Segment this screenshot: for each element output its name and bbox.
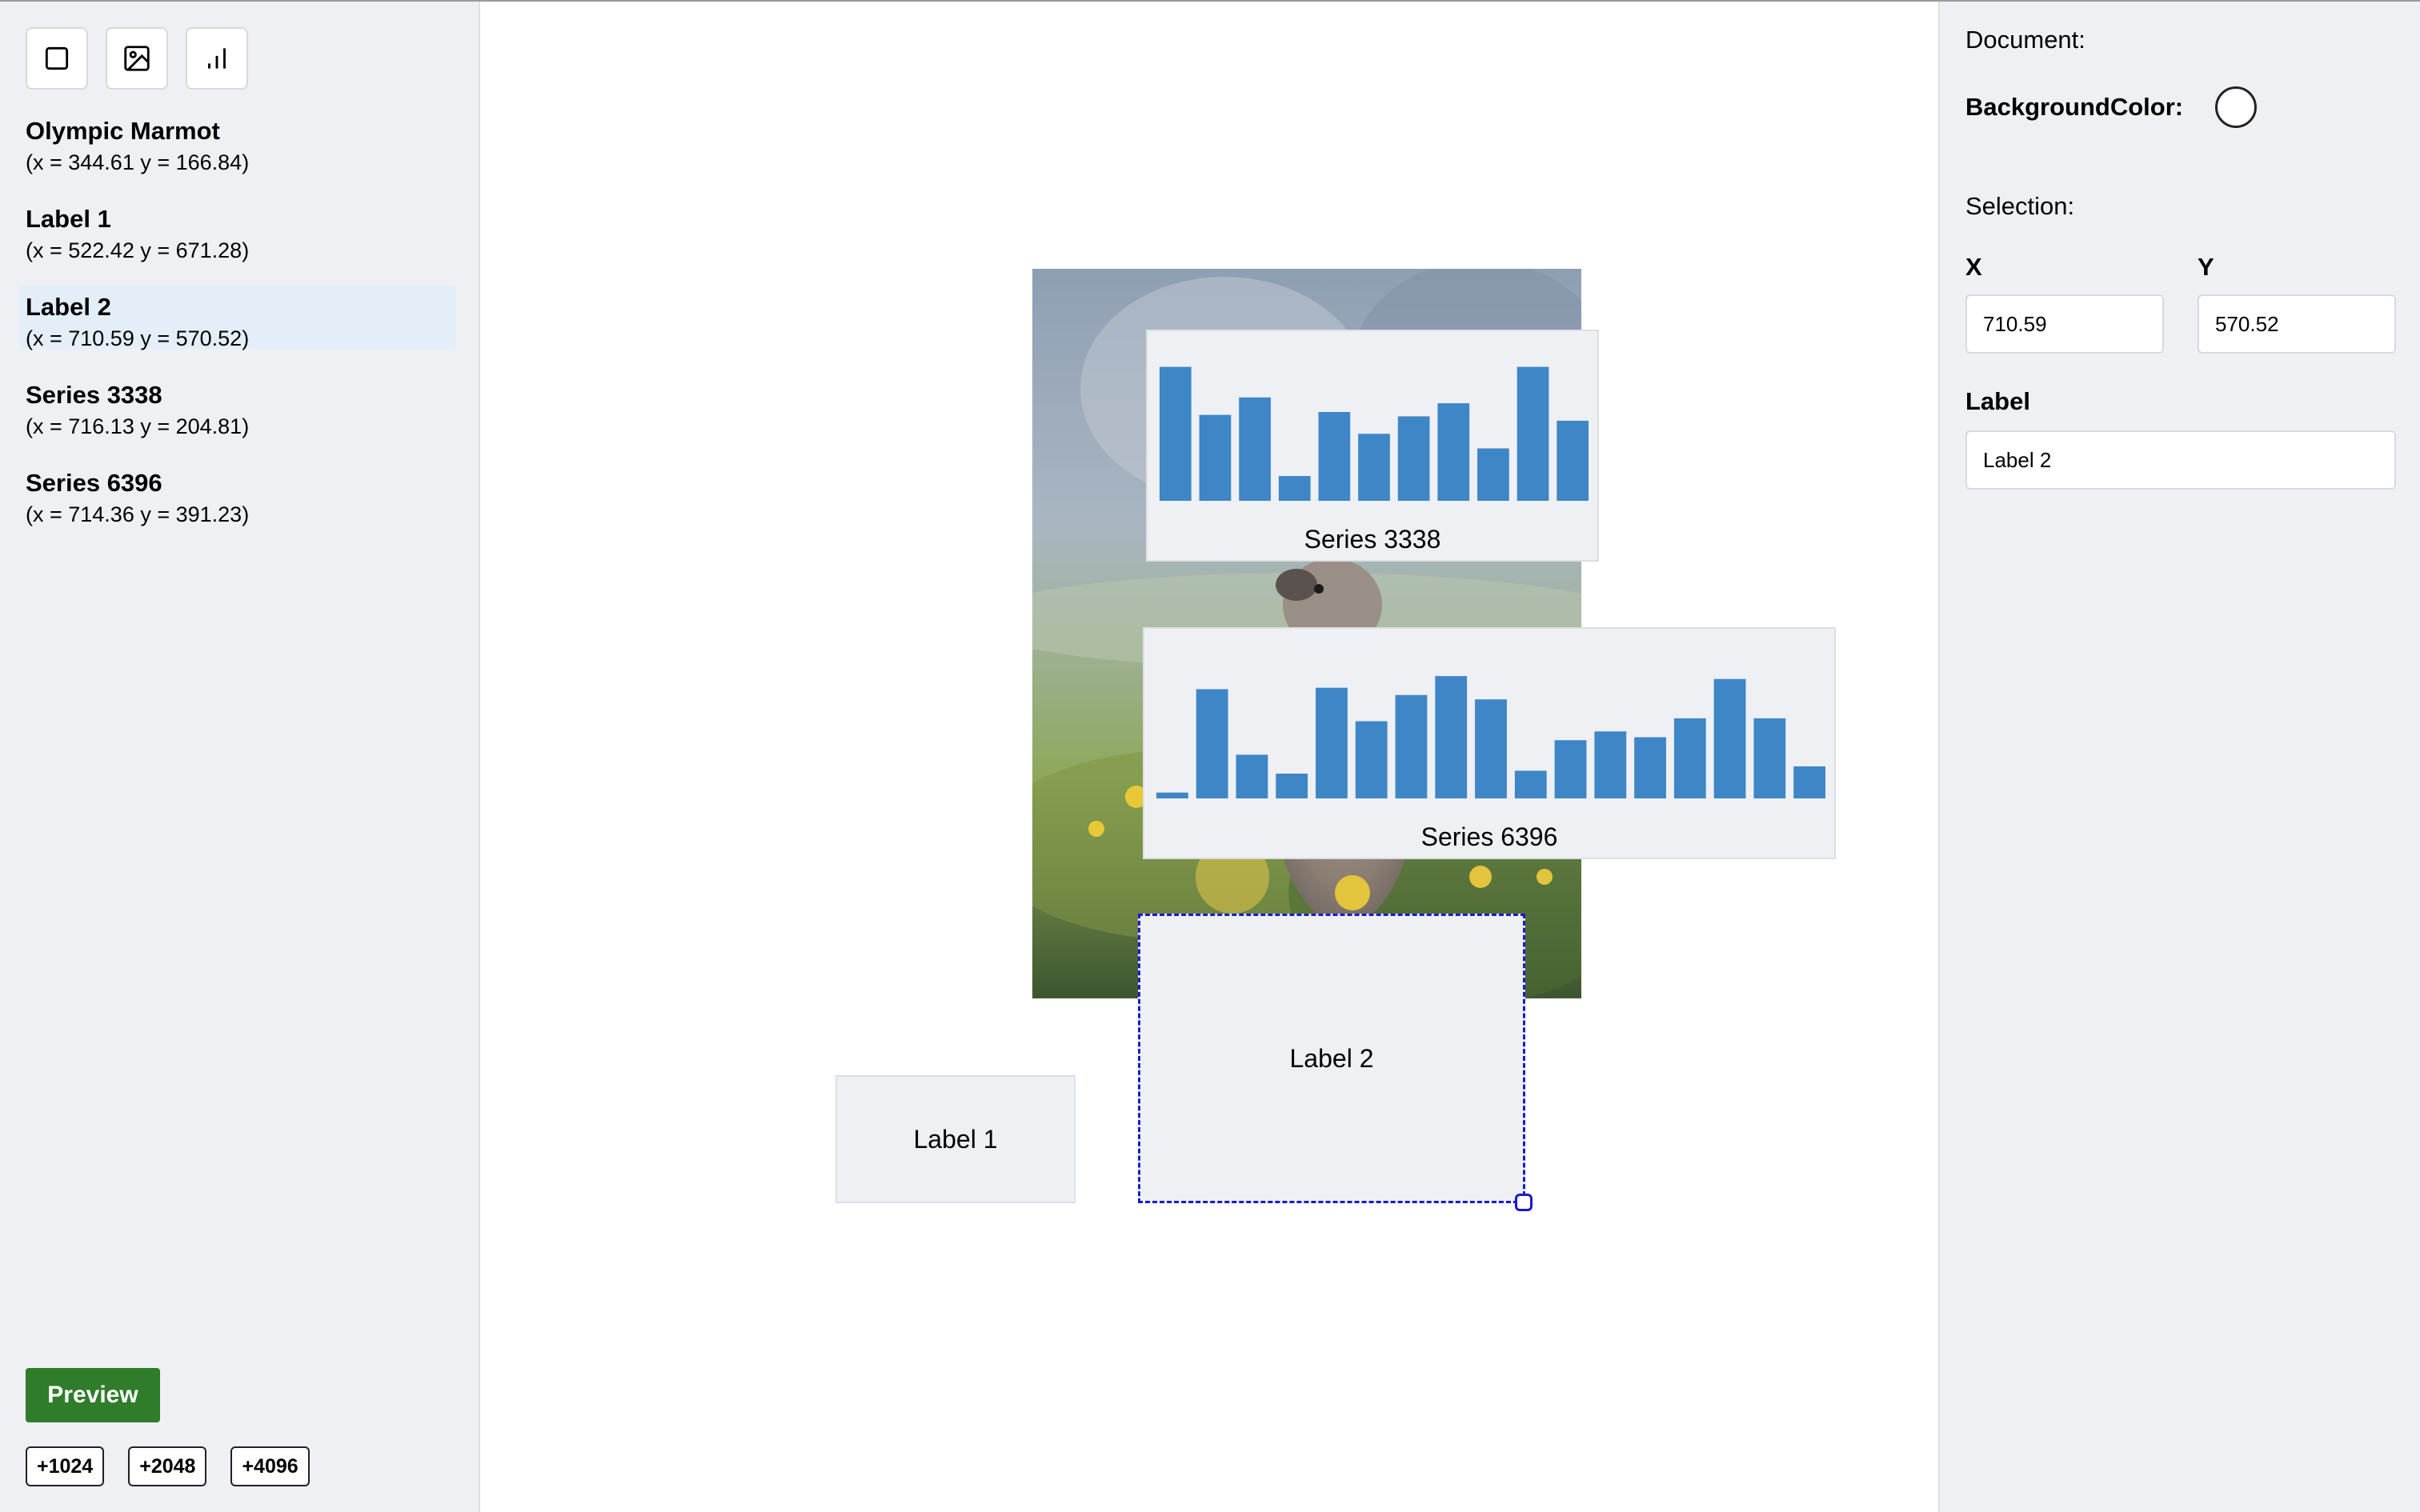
insert-toolbar (26, 27, 248, 90)
layer-name: Series 3338 (26, 381, 162, 409)
chart-bar (1395, 694, 1428, 798)
chart-bar (1713, 678, 1746, 798)
chart-bar (1318, 411, 1351, 501)
add-buttons-row: +1024 +2048 +4096 (26, 1446, 310, 1486)
y-input[interactable] (2198, 294, 2396, 354)
layer-item-series-3338[interactable]: Series 3338 (x = 716.13 y = 204.81) (19, 373, 456, 461)
document-heading: Document: (1965, 26, 2085, 54)
chart-bar (1358, 434, 1390, 501)
label-input[interactable] (1965, 430, 2396, 490)
chart-bar (1435, 676, 1468, 798)
add-4096-button[interactable]: +4096 (230, 1446, 310, 1486)
layer-item-olympic-marmot[interactable]: Olympic Marmot (x = 344.61 y = 166.84) (19, 109, 456, 197)
app-window: Olympic Marmot (x = 344.61 y = 166.84) L… (0, 0, 2420, 1512)
chart-bar (1477, 448, 1509, 501)
layer-list: Olympic Marmot (x = 344.61 y = 166.84) L… (19, 109, 456, 549)
chart-bar (1753, 718, 1786, 798)
add-image-button[interactable] (106, 27, 168, 90)
chart-bar (1156, 792, 1188, 798)
layer-coords: (x = 710.59 y = 570.52) (26, 326, 250, 350)
layer-name: Series 6396 (26, 469, 162, 497)
add-2048-button[interactable]: +2048 (128, 1446, 207, 1486)
preview-button[interactable]: Preview (26, 1368, 160, 1422)
chart-caption: Series 3338 (1304, 525, 1441, 554)
chart-bar (1594, 731, 1627, 798)
chart-series-3338[interactable]: Series 3338 (1146, 330, 1599, 562)
add-1024-button[interactable]: +1024 (26, 1446, 105, 1486)
selection-heading: Selection: (1965, 192, 2075, 220)
design-canvas[interactable]: Series 3338 Series 6396 Label 1 Label 2 (482, 2, 1940, 1512)
chart-bar (1557, 420, 1589, 501)
chart-bar (1514, 770, 1547, 798)
layer-item-label-2[interactable]: Label 2 (x = 710.59 y = 570.52) (19, 285, 456, 350)
layer-coords: (x = 716.13 y = 204.81) (26, 414, 250, 438)
y-label: Y (2198, 253, 2214, 281)
chart-bar (1278, 476, 1311, 501)
layer-item-label-1[interactable]: Label 1 (x = 522.42 y = 671.28) (19, 197, 456, 285)
chart-bar (1793, 766, 1826, 798)
layer-name: Label 1 (26, 205, 111, 233)
chart-caption: Series 6396 (1420, 822, 1558, 851)
background-color-swatch[interactable] (2215, 86, 2257, 128)
chart-series-6396[interactable]: Series 6396 (1143, 627, 1836, 859)
layer-coords: (x = 344.61 y = 166.84) (26, 150, 250, 174)
chart-bar (1196, 689, 1228, 798)
chart-bar (1239, 397, 1271, 501)
background-color-label: BackgroundColor: (1965, 93, 2184, 121)
chart-bar (1159, 366, 1192, 501)
layer-coords: (x = 522.42 y = 671.28) (26, 238, 250, 262)
label-2-box[interactable]: Label 2 (1138, 914, 1525, 1203)
image-icon (124, 46, 150, 71)
x-input[interactable] (1965, 294, 2164, 354)
chart-bar (1673, 718, 1706, 798)
chart-bar (1437, 403, 1470, 501)
layer-coords: (x = 714.36 y = 391.23) (26, 502, 250, 526)
resize-handle[interactable] (1515, 1194, 1533, 1211)
chart-bar (1634, 737, 1666, 798)
chart-bar (1236, 754, 1268, 798)
chart-bar (1554, 740, 1587, 798)
layer-name: Olympic Marmot (26, 117, 220, 145)
properties-panel: Document: BackgroundColor: Selection: X … (1938, 2, 2420, 1512)
layer-name: Label 2 (26, 293, 111, 321)
add-chart-button[interactable] (186, 27, 248, 90)
label-1-box[interactable]: Label 1 (835, 1075, 1076, 1203)
chart-bar (1316, 687, 1348, 798)
add-rectangle-button[interactable] (26, 27, 88, 90)
chart-bar (1397, 416, 1430, 501)
rectangle-icon (45, 46, 69, 70)
layers-sidebar: Olympic Marmot (x = 344.61 y = 166.84) L… (0, 2, 480, 1512)
chart-bar (1517, 366, 1549, 501)
chart-bar (1475, 699, 1507, 798)
chart-bar (1199, 414, 1232, 501)
chart-bar (1276, 774, 1308, 798)
chart-bar (1355, 721, 1388, 798)
label-field-label: Label (1965, 387, 2030, 415)
layer-item-series-6396[interactable]: Series 6396 (x = 714.36 y = 391.23) (19, 461, 456, 549)
x-label: X (1965, 253, 1982, 281)
bar-chart-icon (208, 48, 226, 69)
